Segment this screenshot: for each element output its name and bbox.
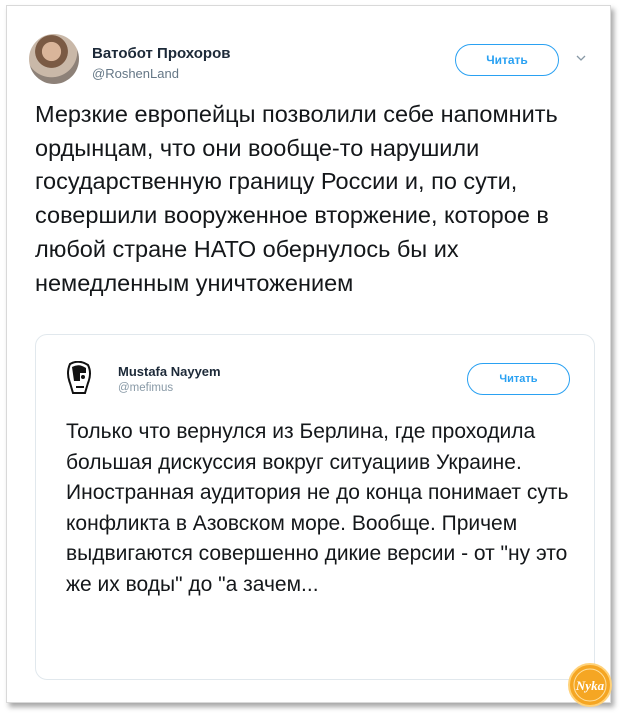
tweet-text: Мерзкие европейцы позволили себе напомни… bbox=[35, 101, 558, 296]
quoted-avatar[interactable] bbox=[66, 361, 92, 395]
tweet-card: Ватобот Прохоров @RoshenLand Читать Мерз… bbox=[6, 5, 612, 707]
svg-text:Nyka: Nyka bbox=[575, 678, 605, 693]
nyka-logo: Nyka bbox=[568, 663, 612, 707]
quoted-follow-button[interactable]: Читать bbox=[467, 363, 570, 395]
tweet-header: Ватобот Прохоров @RoshenLand Читать bbox=[7, 6, 610, 96]
quoted-tweet[interactable]: Mustafa Nayyem @mefimus Читать Только чт… bbox=[35, 334, 595, 680]
quoted-author-handle[interactable]: @mefimus bbox=[118, 382, 173, 394]
author-handle[interactable]: @RoshenLand bbox=[92, 66, 179, 81]
quoted-author-name[interactable]: Mustafa Nayyem bbox=[118, 364, 221, 379]
avatar[interactable] bbox=[29, 34, 79, 84]
quoted-tweet-text: Только что вернулся из Берлина, где прох… bbox=[66, 420, 569, 596]
follow-button[interactable]: Читать bbox=[455, 44, 559, 76]
author-name[interactable]: Ватобот Прохоров bbox=[92, 45, 230, 62]
chevron-down-icon[interactable] bbox=[575, 52, 587, 64]
